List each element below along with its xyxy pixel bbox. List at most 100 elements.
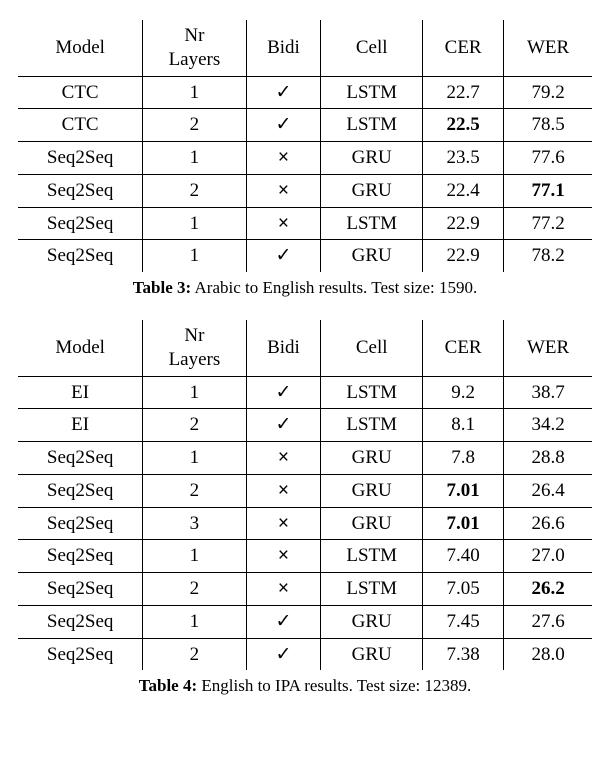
table-cell: 27.0 [504,540,592,573]
table-cell: 77.1 [504,174,592,207]
results-table-0: ModelNrLayersBidiCellCERWERCTC1✓LSTM22.7… [18,20,592,272]
column-header: NrLayers [143,320,246,376]
table-row: EI1✓LSTM9.238.7 [18,376,592,409]
table-row: Seq2Seq2×GRU7.0126.4 [18,474,592,507]
table-cell: 23.5 [423,142,504,175]
column-header: Bidi [246,320,321,376]
column-header: Model [18,320,143,376]
table-cell: GRU [321,507,423,540]
table-cell: 7.05 [423,573,504,606]
table-cell: 1 [143,240,246,272]
table-cell: 26.6 [504,507,592,540]
table-cell: Seq2Seq [18,605,143,638]
table-cell: 8.1 [423,409,504,442]
table-cell: 3 [143,507,246,540]
table-cell: 79.2 [504,76,592,109]
table-cell: 2 [143,573,246,606]
table-header-row: ModelNrLayersBidiCellCERWER [18,320,592,376]
table-cell: 7.40 [423,540,504,573]
column-header: WER [504,20,592,76]
table-cell: LSTM [321,540,423,573]
check-icon: ✓ [275,382,291,403]
table-row: EI2✓LSTM8.134.2 [18,409,592,442]
table-cell: 28.8 [504,442,592,475]
caption-text: English to IPA results. Test size: 12389… [197,676,471,695]
table-cell: 78.2 [504,240,592,272]
table-row: Seq2Seq2×GRU22.477.1 [18,174,592,207]
table-cell: 27.6 [504,605,592,638]
table-cell: Seq2Seq [18,540,143,573]
times-icon: × [278,578,289,599]
table-cell: EI [18,409,143,442]
table-row: Seq2Seq1✓GRU7.4527.6 [18,605,592,638]
table-cell: 1 [143,540,246,573]
table-cell: 9.2 [423,376,504,409]
table-cell: EI [18,376,143,409]
table-caption: Table 4: English to IPA results. Test si… [18,676,592,696]
table-cell: GRU [321,240,423,272]
column-header: Cell [321,320,423,376]
check-icon: ✓ [275,114,291,135]
table-row: CTC2✓LSTM22.578.5 [18,109,592,142]
table-row: Seq2Seq1✓GRU22.978.2 [18,240,592,272]
table-cell: × [246,507,321,540]
table-cell: 1 [143,207,246,240]
table-cell: 78.5 [504,109,592,142]
table-cell: × [246,207,321,240]
table-cell: 38.7 [504,376,592,409]
table-cell: 28.0 [504,638,592,670]
table-cell: LSTM [321,573,423,606]
table-cell: Seq2Seq [18,207,143,240]
table-cell: GRU [321,174,423,207]
table-cell: × [246,474,321,507]
table-cell: × [246,573,321,606]
table-cell: 22.9 [423,207,504,240]
table-cell: 7.38 [423,638,504,670]
table-row: Seq2Seq2✓GRU7.3828.0 [18,638,592,670]
table-row: Seq2Seq1×GRU23.577.6 [18,142,592,175]
times-icon: × [278,147,289,168]
table-cell: 7.8 [423,442,504,475]
column-header: Bidi [246,20,321,76]
table-cell: ✓ [246,240,321,272]
table-cell: 2 [143,638,246,670]
table-cell: 2 [143,109,246,142]
check-icon: ✓ [275,611,291,632]
table-cell: GRU [321,442,423,475]
paper-tables: ModelNrLayersBidiCellCERWERCTC1✓LSTM22.7… [18,20,592,696]
table-cell: Seq2Seq [18,638,143,670]
table-row: Seq2Seq1 × LSTM22.977.2 [18,207,592,240]
times-icon: × [278,545,289,566]
table-cell: 2 [143,174,246,207]
table-cell: 77.6 [504,142,592,175]
table-cell: GRU [321,142,423,175]
check-icon: ✓ [275,82,291,103]
times-icon: × [278,213,289,234]
table-cell: 2 [143,474,246,507]
table-cell: Seq2Seq [18,240,143,272]
table-row: Seq2Seq3×GRU7.0126.6 [18,507,592,540]
table-cell: ✓ [246,76,321,109]
times-icon: × [278,180,289,201]
column-header: CER [423,20,504,76]
column-header: Model [18,20,143,76]
table-cell: 7.01 [423,474,504,507]
table-cell: 22.5 [423,109,504,142]
table-caption: Table 3: Arabic to English results. Test… [18,278,592,298]
table-cell: CTC [18,76,143,109]
table-header-row: ModelNrLayersBidiCellCERWER [18,20,592,76]
table-cell: 34.2 [504,409,592,442]
table-cell: ✓ [246,376,321,409]
table-cell: × [246,442,321,475]
table-row: Seq2Seq2×LSTM7.0526.2 [18,573,592,606]
table-cell: 26.4 [504,474,592,507]
column-header: NrLayers [143,20,246,76]
table-cell: LSTM [321,207,423,240]
table-cell: Seq2Seq [18,573,143,606]
caption-text: Arabic to English results. Test size: 15… [191,278,477,297]
table-row: Seq2Seq1×GRU7.828.8 [18,442,592,475]
table-cell: CTC [18,109,143,142]
table-cell: GRU [321,605,423,638]
table-cell: 77.2 [504,207,592,240]
table-cell: 1 [143,376,246,409]
